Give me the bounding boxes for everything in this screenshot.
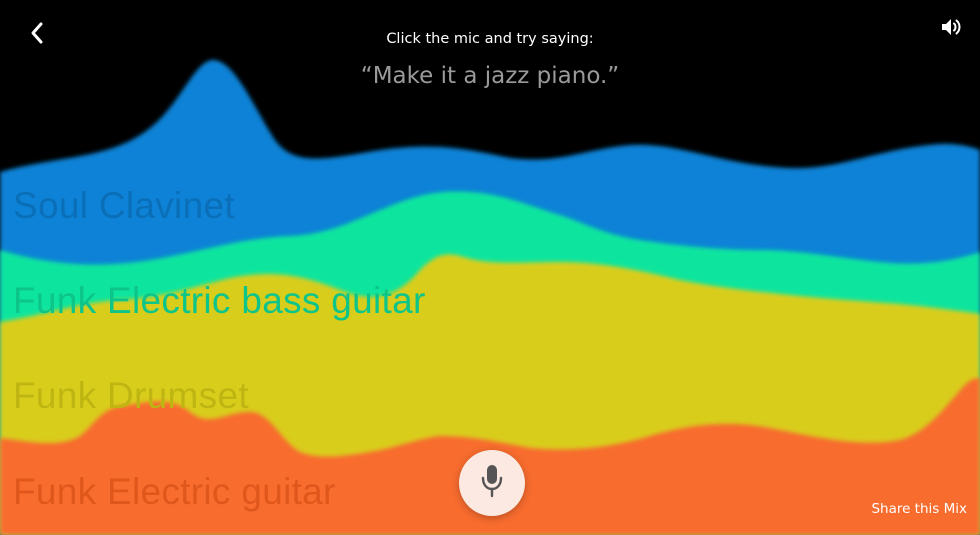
prompt-text: Click the mic and try saying: <box>386 31 594 47</box>
music-visualizer: Soul Clavinet Funk Electric bass guitar … <box>0 0 980 535</box>
track-label-funk-guitar: Funk Electric guitar <box>13 471 336 512</box>
sound-toggle-button[interactable] <box>936 14 966 44</box>
example-phrase: “Make it a jazz piano.” <box>360 63 620 89</box>
share-mix-link[interactable]: Share this Mix <box>871 501 967 517</box>
track-label-funk-drumset: Funk Drumset <box>13 375 249 416</box>
track-label-soul-clavinet: Soul Clavinet <box>13 185 235 226</box>
mic-button[interactable] <box>459 450 525 516</box>
microphone-icon <box>478 463 506 503</box>
track-label-funk-bass: Funk Electric bass guitar <box>13 280 426 321</box>
speaker-icon <box>939 15 963 43</box>
